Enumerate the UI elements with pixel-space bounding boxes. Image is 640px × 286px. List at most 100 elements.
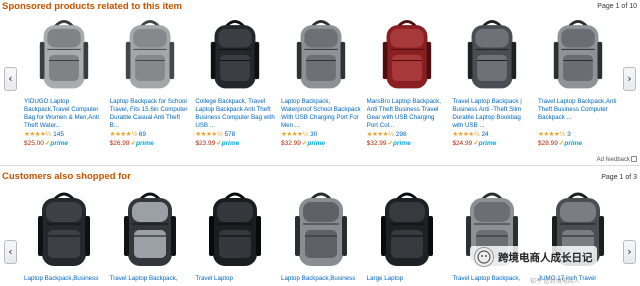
review-count-link[interactable]: 24	[481, 131, 488, 138]
star-rating-icon[interactable]: ★★★★½	[24, 130, 52, 138]
product-price: $25.00	[24, 140, 44, 147]
product-rating[interactable]: ★★★★½ 298	[367, 130, 447, 139]
product-image[interactable]	[367, 14, 447, 94]
backpack-image[interactable]	[24, 186, 104, 272]
star-rating-icon[interactable]: ★★★★½	[367, 130, 395, 138]
star-rating-icon[interactable]: ★★★★½	[538, 130, 566, 138]
product-card[interactable]: Laptop Backpack for School Travel, Fits …	[110, 14, 190, 148]
review-count-link[interactable]: 69	[139, 131, 146, 138]
prime-label: prime	[307, 140, 326, 147]
product-price: $32.99	[366, 140, 387, 147]
prime-label: prime	[221, 140, 240, 147]
product-title-link[interactable]: Laptop Backpack,Business	[24, 275, 104, 285]
product-image[interactable]	[538, 14, 618, 94]
prime-label: prime	[393, 140, 411, 147]
product-title-link[interactable]: Large Laptop	[367, 275, 447, 285]
product-card[interactable]: JUMO 17 inch Travel	[538, 186, 618, 285]
product-price-row: $23.99✓prime	[195, 139, 275, 148]
review-count-link[interactable]: 578	[224, 131, 235, 138]
product-rating[interactable]: ★★★★½ 578	[195, 130, 275, 139]
backpack-image[interactable]	[281, 14, 361, 94]
product-card[interactable]: Travel Laptop Backpack,	[110, 186, 190, 285]
backpack-image[interactable]	[110, 14, 190, 94]
product-image[interactable]	[452, 14, 532, 94]
product-card[interactable]: Laptop Backpack, Waterproof School Backp…	[281, 14, 361, 148]
product-title-link[interactable]: Travel Laptop Backpack,	[110, 275, 190, 285]
product-image[interactable]	[195, 186, 275, 272]
product-card[interactable]: Laptop Backpack,Business	[24, 186, 104, 285]
carousel-next-button[interactable]: ›	[623, 67, 636, 91]
product-price: $23.99	[195, 140, 216, 147]
product-price: $28.99	[538, 140, 558, 147]
prime-badge-icon: ✓prime	[302, 140, 325, 147]
ad-feedback-link[interactable]: Ad feedback	[597, 156, 637, 163]
star-rating-icon[interactable]: ★★★★½	[195, 130, 223, 138]
product-title-link[interactable]: Travel Laptop Backpack | Business Anti -…	[452, 98, 532, 130]
review-count-link[interactable]: 145	[53, 131, 64, 138]
star-rating-icon[interactable]: ★★★★½	[281, 130, 309, 138]
product-price: $24.99	[452, 140, 473, 147]
product-image[interactable]	[195, 14, 275, 94]
backpack-image[interactable]	[281, 186, 361, 272]
ad-feedback-label[interactable]: Ad feedback	[597, 157, 630, 163]
prime-badge-icon: ✓prime	[473, 140, 496, 147]
star-rating-icon[interactable]: ★★★★½	[110, 130, 138, 138]
product-card[interactable]: Travel Laptop Backpack | Business Anti -…	[452, 14, 532, 148]
product-rating[interactable]: ★★★★½ 69	[110, 130, 190, 139]
review-count-link[interactable]: 30	[310, 131, 317, 138]
product-card[interactable]: Laptop Backpack,Business	[281, 186, 361, 285]
product-title-link[interactable]: Travel Laptop Backpack,	[452, 275, 532, 285]
product-image[interactable]	[110, 14, 190, 94]
product-price-row: $32.99✓prime	[367, 139, 447, 148]
product-card[interactable]: Travel Laptop Backpack,	[452, 186, 532, 285]
backpack-image[interactable]	[195, 14, 275, 94]
product-title-link[interactable]: YIDUGO Laptop Backpack,Travel Computer B…	[24, 98, 104, 130]
backpack-image[interactable]	[195, 186, 275, 272]
star-rating-icon[interactable]: ★★★★½	[452, 130, 480, 138]
backpack-image[interactable]	[24, 14, 104, 94]
prime-badge-icon: ✓prime	[45, 140, 68, 147]
backpack-image[interactable]	[367, 186, 447, 272]
product-title-link[interactable]: Travel Laptop	[195, 275, 275, 285]
carousel-prev-button[interactable]: ‹	[4, 67, 17, 91]
backpack-image[interactable]	[110, 186, 190, 272]
product-card[interactable]: Travel Laptop Backpack,Anti Theft Busine…	[538, 14, 618, 148]
product-card[interactable]: MarsBro Laptop Backpack, Anti Theft Busi…	[367, 14, 447, 148]
backpack-image[interactable]	[538, 14, 618, 94]
product-image[interactable]	[281, 14, 361, 94]
product-title-link[interactable]: Laptop Backpack,Business	[281, 275, 361, 285]
product-rating[interactable]: ★★★★½ 3	[538, 130, 618, 139]
review-count-link[interactable]: 298	[396, 131, 407, 138]
product-image[interactable]	[281, 186, 361, 272]
product-price: $32.99	[281, 140, 301, 147]
wechat-logo-icon	[474, 247, 494, 267]
product-title-link[interactable]: Laptop Backpack, Waterproof School Backp…	[281, 98, 361, 130]
product-image[interactable]	[367, 186, 447, 272]
product-title-link[interactable]: College Backpack, Travel Laptop Backpack…	[195, 98, 275, 130]
product-rating[interactable]: ★★★★½ 145	[24, 130, 104, 139]
product-title-link[interactable]: MarsBro Laptop Backpack, Anti Theft Busi…	[367, 98, 447, 130]
product-card[interactable]: College Backpack, Travel Laptop Backpack…	[195, 14, 275, 148]
product-title-link[interactable]: Laptop Backpack for School Travel, Fits …	[110, 98, 190, 130]
product-price: $26.99	[109, 140, 130, 147]
carousel-prev-button[interactable]: ‹	[4, 240, 17, 264]
backpack-image[interactable]	[367, 14, 447, 94]
product-card[interactable]: YIDUGO Laptop Backpack,Travel Computer B…	[24, 14, 104, 148]
backpack-image[interactable]	[452, 14, 532, 94]
product-price-row: $25.00✓prime	[24, 139, 104, 148]
product-price-row: $24.99✓prime	[452, 139, 532, 148]
prime-label: prime	[564, 140, 583, 147]
product-title-link[interactable]: Travel Laptop Backpack,Anti Theft Busine…	[538, 98, 618, 130]
product-rating[interactable]: ★★★★½ 24	[452, 130, 532, 139]
product-card[interactable]: Travel Laptop	[195, 186, 275, 285]
watermark: 跨境电商人成长日记	[470, 246, 597, 268]
review-count-link[interactable]: 3	[567, 131, 571, 138]
prime-label: prime	[478, 140, 497, 147]
carousel-next-button[interactable]: ›	[623, 240, 636, 264]
prime-label: prime	[50, 140, 69, 147]
product-image[interactable]	[24, 186, 104, 272]
product-image[interactable]	[24, 14, 104, 94]
product-card[interactable]: Large Laptop	[367, 186, 447, 285]
product-rating[interactable]: ★★★★½ 30	[281, 130, 361, 139]
product-image[interactable]	[110, 186, 190, 272]
